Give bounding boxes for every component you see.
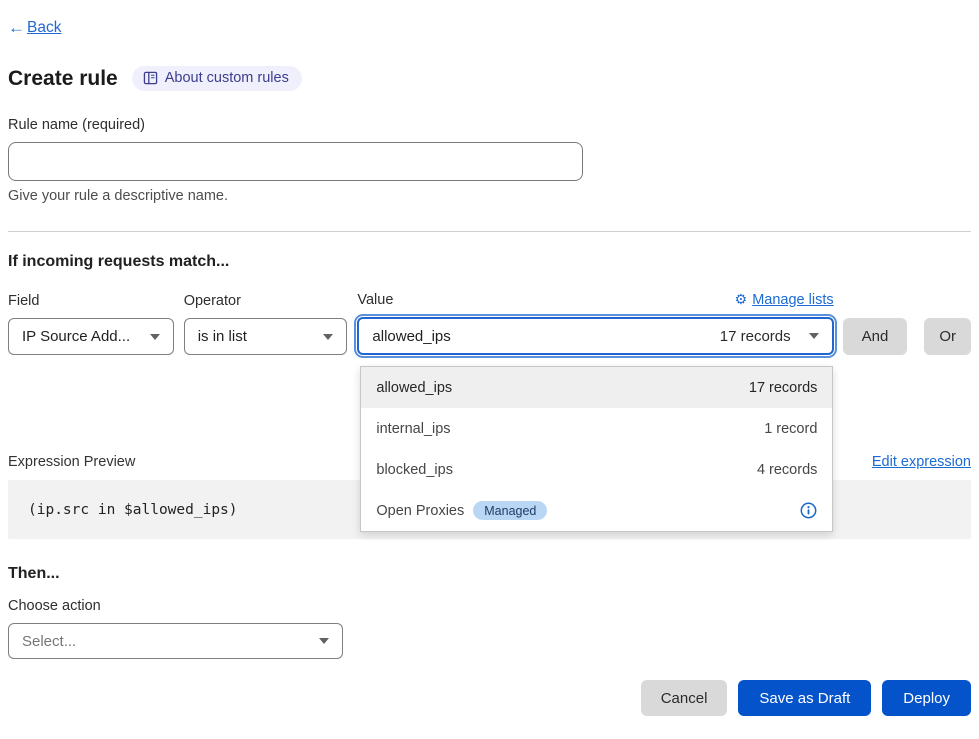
value-select-records: 17 records [720,328,791,345]
deploy-button[interactable]: Deploy [882,680,971,716]
rule-name-helper: Give your rule a descriptive name. [8,188,971,204]
footer-actions: Cancel Save as Draft Deploy [8,680,971,716]
about-badge-label: About custom rules [165,70,289,86]
list-option-records: 1 record [764,421,817,437]
list-option-blocked-ips[interactable]: blocked_ips 4 records [361,449,832,490]
rule-name-label: Rule name (required) [8,117,971,133]
list-option-name: Open Proxies [376,503,464,519]
list-option-allowed-ips[interactable]: allowed_ips 17 records [361,367,832,408]
value-header: Value ⚙ Manage lists [357,291,833,308]
action-select-placeholder: Select... [22,633,76,650]
match-section-heading: If incoming requests match... [8,253,971,271]
about-custom-rules-link[interactable]: About custom rules [132,66,302,91]
list-option-records: 17 records [749,380,818,396]
and-button[interactable]: And [843,318,908,355]
caret-down-icon [319,638,329,644]
list-option-left: Open Proxies Managed [376,501,547,520]
value-select[interactable]: allowed_ips 17 records [357,317,833,355]
book-icon [143,71,158,85]
manage-lists-link[interactable]: ⚙ Manage lists [735,291,834,308]
field-select-value: IP Source Add... [22,328,130,345]
list-dropdown-panel: allowed_ips 17 records internal_ips 1 re… [360,366,833,532]
operator-select[interactable]: is in list [184,318,348,355]
caret-down-icon [150,334,160,340]
then-section-heading: Then... [8,565,971,583]
managed-badge: Managed [473,501,547,520]
back-arrow-icon: ← [8,18,25,38]
expression-preview-label: Expression Preview [8,454,135,470]
page-title: Create rule [8,67,118,91]
title-row: Create rule About custom rules [8,66,971,91]
list-option-open-proxies[interactable]: Open Proxies Managed [361,490,832,531]
info-icon[interactable] [800,502,817,519]
section-divider [8,231,971,232]
operator-label: Operator [184,293,348,309]
rule-name-input[interactable] [8,142,583,181]
operator-select-value: is in list [198,328,247,345]
field-label: Field [8,293,174,309]
value-select-name: allowed_ips [372,328,450,345]
list-option-internal-ips[interactable]: internal_ips 1 record [361,408,832,449]
edit-expression-link[interactable]: Edit expression [872,454,971,470]
choose-action-label: Choose action [8,598,971,614]
back-link-label: Back [27,19,61,37]
manage-lists-label: Manage lists [752,292,833,308]
list-option-name: allowed_ips [376,380,452,396]
value-label: Value [357,292,393,308]
list-option-name: internal_ips [376,421,450,437]
list-option-records: 4 records [757,462,817,478]
or-button[interactable]: Or [924,318,971,355]
caret-down-icon [323,334,333,340]
expression-code: (ip.src in $allowed_ips) [28,502,238,518]
save-as-draft-button[interactable]: Save as Draft [738,680,871,716]
create-rule-page: ←Back Create rule About custom rules Rul… [0,0,979,716]
match-controls-row: Field IP Source Add... Operator is in li… [8,291,971,355]
operator-column: Operator is in list [184,293,348,355]
value-column: Value ⚙ Manage lists allowed_ips 17 reco… [357,291,833,355]
gear-icon: ⚙ [735,291,748,308]
back-link[interactable]: ←Back [8,18,61,38]
caret-down-icon [809,333,819,339]
cancel-button[interactable]: Cancel [641,680,728,716]
action-select[interactable]: Select... [8,623,343,659]
field-column: Field IP Source Add... [8,293,174,355]
field-select[interactable]: IP Source Add... [8,318,174,355]
list-option-name: blocked_ips [376,462,453,478]
